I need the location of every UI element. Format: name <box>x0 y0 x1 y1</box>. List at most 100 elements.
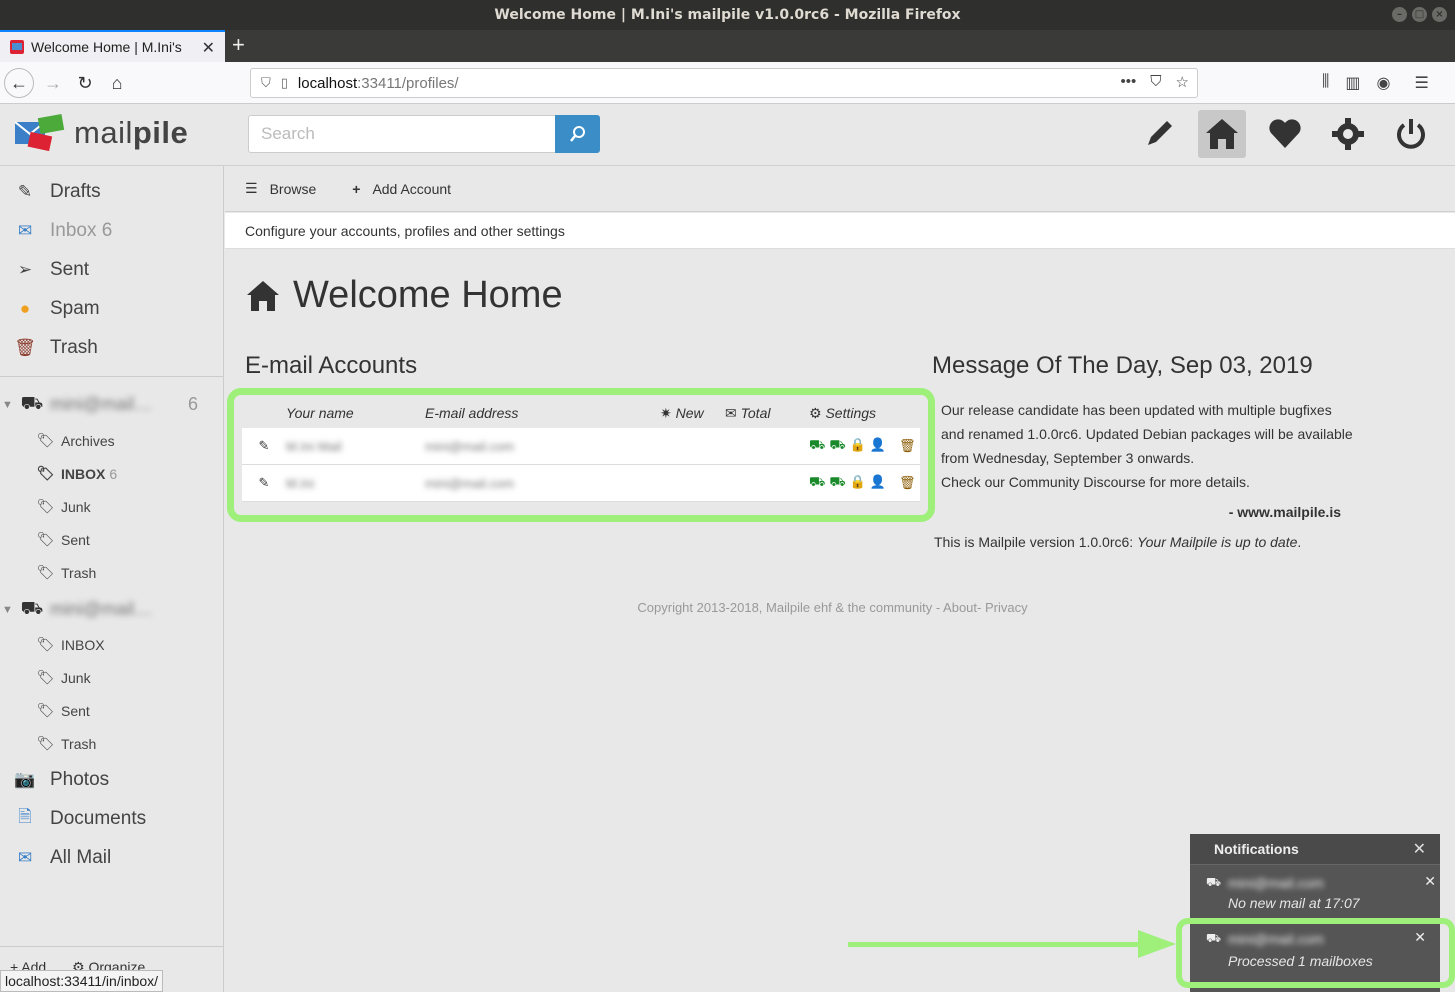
inbox-settings-icon[interactable]: ⛟ <box>809 437 825 455</box>
sidebar-divider <box>0 376 224 377</box>
logout-button[interactable] <box>1387 110 1435 158</box>
favorites-button[interactable] <box>1261 110 1309 158</box>
home-button[interactable]: ⌂ <box>102 68 132 98</box>
sidebar-item-label: Photos <box>50 768 110 790</box>
lock-icon[interactable]: 🔒 <box>850 437 866 453</box>
browser-navbar: ← → ↻ ⌂ ⛉ ▯ localhost:33411/profiles/ ••… <box>0 62 1455 104</box>
collapse-triangle-icon[interactable]: ▼ <box>0 604 14 616</box>
sidebar-tag-junk[interactable]: 🏷 Junk <box>30 490 224 523</box>
motd-line: Check our Community Discourse for more d… <box>941 474 1250 490</box>
home-icon <box>1206 119 1238 149</box>
pencil-icon: ✎ <box>17 181 33 201</box>
compose-button[interactable] <box>1135 110 1183 158</box>
sidebar-item-photos[interactable]: 📷 Photos <box>0 760 224 799</box>
browse-button[interactable]: ☰ Browse <box>245 180 316 197</box>
all-mail-icon: ✉ <box>17 847 33 867</box>
account-email-cell: mini@mail.com <box>425 475 515 491</box>
tab-title: Welcome Home | M.Ini's <box>31 39 182 55</box>
sidebar-tag-inbox[interactable]: 🏷 INBOX 6 <box>30 457 224 490</box>
sidebar-item-inbox[interactable]: ✉ Inbox 6 <box>0 211 224 250</box>
notification-account: mini@mail.com <box>1228 875 1324 891</box>
add-account-button[interactable]: + Add Account <box>352 181 451 197</box>
home-nav-button[interactable] <box>1198 110 1246 158</box>
settings-button[interactable] <box>1324 110 1372 158</box>
sidebar-item-documents[interactable]: 🗎 Documents <box>0 799 224 838</box>
page-info-icon[interactable]: ▯ <box>281 75 288 91</box>
shield-icon[interactable]: ⛉ <box>261 75 271 91</box>
tag-label: Sent <box>61 531 90 548</box>
collapse-triangle-icon[interactable]: ▼ <box>0 399 14 411</box>
sidebar-account-1[interactable]: ▼ ⛟ mini@mail… 6 <box>0 388 224 421</box>
lock-icon[interactable]: 🔒 <box>850 474 866 490</box>
sidebar-tag-junk[interactable]: 🏷 Junk <box>30 661 224 694</box>
menu-icon[interactable]: ☰ <box>1414 73 1428 93</box>
sidebar-tag-sent[interactable]: 🏷 Sent <box>30 523 224 556</box>
back-button[interactable]: ← <box>4 68 34 98</box>
copyright: Copyright 2013-2018, Mailpile ehf & the … <box>637 600 1028 615</box>
inbox-settings-icon[interactable]: ⛟ <box>809 474 825 492</box>
sidebar-item-label: Sent <box>50 258 90 280</box>
tag-label: Junk <box>61 498 91 515</box>
edit-pencil-icon[interactable]: ✎ <box>242 475 286 491</box>
delete-account-icon[interactable]: 🗑 <box>899 475 916 491</box>
minimize-button[interactable]: – <box>1392 7 1407 22</box>
close-tab-icon[interactable]: ✕ <box>202 38 215 58</box>
delete-account-icon[interactable]: 🗑 <box>899 438 916 454</box>
bookmark-star-icon[interactable]: ☆ <box>1176 73 1189 91</box>
tag-label: INBOX <box>61 465 106 482</box>
tag-icon: 🏷 <box>36 735 55 751</box>
sidebar-item-label: Inbox 6 <box>50 219 113 241</box>
outbox-settings-icon[interactable]: ⛟ <box>829 474 845 492</box>
mailpile-logo[interactable]: mailpile <box>15 114 188 152</box>
sidebar-item-trash[interactable]: 🗑 Trash <box>0 328 224 367</box>
inbox-tray-icon: ⛟ <box>1206 875 1222 889</box>
motd-signature[interactable]: - www.mailpile.is <box>941 500 1371 524</box>
dismiss-notification-icon[interactable]: ✕ <box>1424 873 1436 890</box>
maximize-button[interactable]: □ <box>1412 7 1427 22</box>
sidebar-tag-trash[interactable]: 🏷 Trash <box>30 556 224 589</box>
close-window-button[interactable]: × <box>1432 7 1447 22</box>
inbox-tray-icon: ⛟ <box>20 392 44 413</box>
sidebar-toggle-icon[interactable]: ▥ <box>1345 73 1360 93</box>
reload-button[interactable]: ↻ <box>70 68 100 98</box>
user-icon[interactable]: 👤 <box>870 474 886 490</box>
sidebar-account-2[interactable]: ▼ ⛟ mini@mail… <box>0 593 224 626</box>
sidebar-item-drafts[interactable]: ✎ Drafts <box>0 172 224 211</box>
mailpile-favicon-icon <box>10 40 24 54</box>
tag-count: 6 <box>109 465 118 482</box>
power-icon <box>1397 119 1425 149</box>
col-header-total: ✉ Total <box>725 404 771 421</box>
sidebar-tag-trash[interactable]: 🏷 Trash <box>30 727 224 760</box>
forward-button[interactable]: → <box>38 68 68 98</box>
table-row: ✎ M.Ini mini@mail.com ⛟ ⛟ 🔒 👤 🗑 <box>242 465 920 502</box>
document-icon: 🗎 <box>18 807 32 826</box>
tag-icon: 🏷 <box>36 498 55 514</box>
motd-line: Our release candidate has been updated w… <box>941 402 1332 418</box>
logo-text-bold: pile <box>132 115 189 150</box>
pocket-icon[interactable]: ⛉ <box>1150 73 1161 91</box>
browser-tab[interactable]: Welcome Home | M.Ini's ✕ <box>0 30 225 62</box>
tag-label: Trash <box>61 735 97 752</box>
sidebar-tag-inbox[interactable]: 🏷 INBOX <box>30 628 224 661</box>
user-icon[interactable]: 👤 <box>870 437 886 453</box>
search-button[interactable] <box>555 115 600 153</box>
close-notifications-icon[interactable]: ✕ <box>1413 839 1426 859</box>
col-header-settings-label: Settings <box>825 404 877 421</box>
outbox-settings-icon[interactable]: ⛟ <box>829 437 845 455</box>
sidebar-item-spam[interactable]: ● Spam <box>0 289 224 328</box>
url-path: :33411/profiles/ <box>357 74 459 92</box>
new-tab-button[interactable]: + <box>232 33 245 57</box>
notification-item: ⛟ mini@mail.com ✕ No new mail at 17:07 <box>1190 865 1440 921</box>
search-input[interactable]: Search <box>248 115 556 153</box>
sidebar-tag-sent[interactable]: 🏷 Sent <box>30 694 224 727</box>
tag-icon: 🏷 <box>36 465 55 481</box>
sidebar-item-all-mail[interactable]: ✉ All Mail <box>0 838 224 877</box>
info-bar: Configure your accounts, profiles and ot… <box>225 213 1455 249</box>
library-icon[interactable]: ⫼ <box>1322 73 1329 93</box>
more-actions-icon[interactable]: ••• <box>1121 73 1137 91</box>
url-bar[interactable]: ⛉ ▯ localhost:33411/profiles/ ••• ⛉ ☆ <box>250 68 1198 98</box>
sidebar-tag-archives[interactable]: 🏷 Archives <box>30 424 224 457</box>
edit-pencil-icon[interactable]: ✎ <box>242 438 286 454</box>
sidebar-item-sent[interactable]: ➢ Sent <box>0 250 224 289</box>
account-icon[interactable]: ◉ <box>1377 73 1391 93</box>
